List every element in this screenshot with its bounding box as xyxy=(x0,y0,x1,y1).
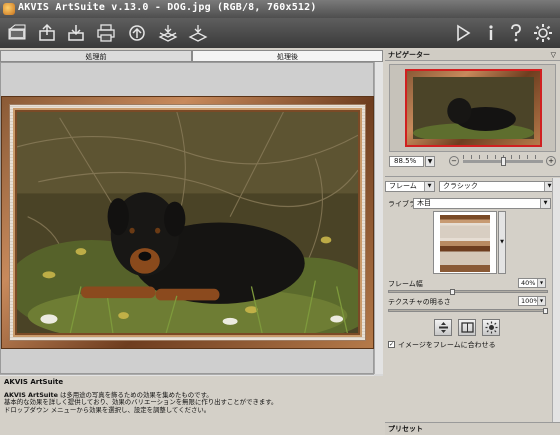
brightness-icon[interactable] xyxy=(482,319,500,336)
dog-photo xyxy=(17,112,358,333)
chevron-down-icon: ▼ xyxy=(540,199,550,208)
fit-vertical-button[interactable] xyxy=(434,319,452,336)
brightness-field[interactable]: 100% ▼ xyxy=(518,296,546,306)
zoom-field[interactable]: 88.5% xyxy=(389,156,424,167)
open-icon[interactable] xyxy=(36,22,58,44)
toolbar xyxy=(0,18,560,48)
fit-image-label[interactable]: イメージをフレームに合わせる xyxy=(398,340,496,350)
batch-icon[interactable] xyxy=(157,22,179,44)
check-icon: ✓ xyxy=(389,341,395,348)
wood-texture-swatch xyxy=(440,215,490,272)
navigator-header[interactable]: ナビゲーター ▽ xyxy=(385,50,560,61)
fit-frame-button[interactable] xyxy=(458,319,476,336)
brightness-label: テクスチャの明るさ xyxy=(388,298,451,306)
window-title: AKVIS ArtSuite v.13.0 - DOG.jpg (RGB/8, … xyxy=(18,2,317,13)
zoom-controls: 88.5% ▼ − + xyxy=(389,155,556,168)
texture-preview[interactable] xyxy=(433,211,497,274)
settings-panel: フレーム ▼ クラシック ▼ ライブラリ 木目 ▼ ▼ フレーム幅 40% ▼ … xyxy=(385,176,560,422)
presets-title: プリセット xyxy=(388,425,423,433)
view-tabs: 処理前 処理後 xyxy=(0,50,383,62)
description-panel: AKVIS ArtSuite AKVIS ArtSuite は多用途の写真を飾る… xyxy=(0,376,383,435)
fit-image-checkbox[interactable]: ✓ xyxy=(388,341,395,348)
description-line3: ドロップダウン メニューから効果を選択し、設定を調整してください。 xyxy=(4,405,211,414)
frame-width-slider[interactable] xyxy=(388,290,548,293)
title-bar: AKVIS ArtSuite v.13.0 - DOG.jpg (RGB/8, … xyxy=(0,0,560,18)
open-image-icon[interactable] xyxy=(6,22,28,44)
share-icon[interactable] xyxy=(126,22,148,44)
info-icon[interactable] xyxy=(480,22,502,44)
frame-preview xyxy=(2,97,373,348)
zoom-out-button[interactable]: − xyxy=(449,156,459,166)
description-title: AKVIS ArtSuite xyxy=(4,378,64,386)
zoom-dropdown-icon[interactable]: ▼ xyxy=(425,156,435,167)
collapse-icon[interactable]: ▽ xyxy=(551,50,556,61)
print-icon[interactable] xyxy=(95,22,117,44)
description-body: AKVIS ArtSuite は多用途の写真を飾るための効果を集めたものです。 … xyxy=(4,391,379,414)
navigator-preview[interactable] xyxy=(389,64,556,152)
frame-width-value: 40% xyxy=(521,279,536,287)
brightness-slider-thumb[interactable] xyxy=(543,308,548,314)
help-icon[interactable] xyxy=(505,22,527,44)
category-value: フレーム xyxy=(389,182,417,190)
brightness-slider[interactable] xyxy=(388,309,548,312)
zoom-in-button[interactable]: + xyxy=(546,156,556,166)
chevron-down-icon: ▼ xyxy=(537,279,545,287)
zoom-slider-thumb[interactable] xyxy=(501,157,506,166)
chevron-down-icon: ▼ xyxy=(537,297,545,305)
canvas-vertical-scrollbar[interactable] xyxy=(374,62,383,374)
navigator-viewport[interactable] xyxy=(405,69,542,147)
image-canvas[interactable] xyxy=(0,62,374,374)
category-select[interactable]: フレーム ▼ xyxy=(385,181,435,192)
frame-inner-border xyxy=(13,108,362,337)
library-select[interactable]: 木目 ▼ xyxy=(413,198,551,209)
navigator-title: ナビゲーター xyxy=(388,51,430,59)
navigator-thumbnail xyxy=(413,77,534,143)
save-icon[interactable] xyxy=(65,22,87,44)
app-icon xyxy=(3,3,15,15)
tab-after[interactable]: 処理後 xyxy=(192,50,383,62)
run-icon[interactable] xyxy=(452,22,474,44)
chevron-down-icon: ▼ xyxy=(424,182,434,191)
texture-dropdown-button[interactable]: ▼ xyxy=(498,211,506,274)
tab-before[interactable]: 処理前 xyxy=(0,50,192,62)
library-value: 木目 xyxy=(417,199,431,207)
settings-icon[interactable] xyxy=(532,22,554,44)
settings-scrollbar[interactable] xyxy=(552,178,560,422)
presets-icon[interactable] xyxy=(187,22,209,44)
frame-style-select[interactable]: クラシック ▼ xyxy=(439,181,555,192)
frame-width-slider-thumb[interactable] xyxy=(450,289,455,295)
presets-header[interactable]: プリセット xyxy=(385,422,560,435)
frame-width-field[interactable]: 40% ▼ xyxy=(518,278,546,288)
frame-width-label: フレーム幅 xyxy=(388,280,423,288)
frame-style-value: クラシック xyxy=(443,182,478,190)
